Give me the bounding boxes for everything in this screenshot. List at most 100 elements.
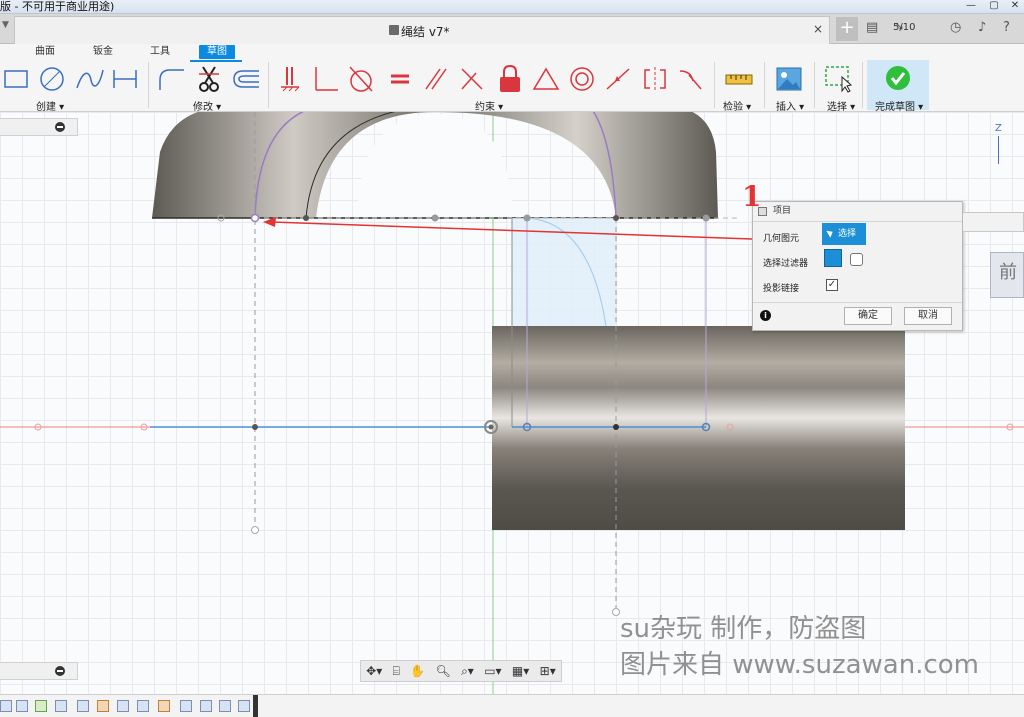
divider — [268, 62, 269, 108]
maximize-icon[interactable]: ▢ — [983, 0, 1005, 13]
select-icon[interactable] — [822, 64, 856, 94]
ok-button[interactable]: 确定 — [844, 307, 892, 325]
zoom-icon[interactable]: 🔍︎ — [435, 664, 450, 678]
info-icon[interactable]: i — [760, 310, 771, 321]
dialog-side-panel — [963, 212, 1024, 232]
projection-link-checkbox[interactable]: ✓ — [826, 279, 838, 291]
model-viewport[interactable] — [0, 112, 1024, 694]
timeline-feature-icon[interactable] — [219, 700, 231, 712]
rectangle-icon[interactable] — [2, 64, 30, 94]
divider — [148, 62, 149, 108]
filter-label: 选择过滤器 — [763, 259, 809, 269]
inspect-group-label[interactable]: 检验 ▾ — [723, 98, 751, 113]
watermark-line-1: su杂玩 制作，防盗图 — [620, 614, 867, 644]
tab-tools[interactable]: 工具 — [150, 45, 170, 59]
equal-icon[interactable] — [386, 64, 414, 94]
image-icon[interactable] — [773, 64, 805, 94]
look-at-icon[interactable]: ⌸ — [393, 664, 400, 679]
tab-sketch[interactable]: 草图 — [199, 45, 235, 59]
timeline-feature-icon[interactable] — [97, 700, 109, 712]
create-group-label[interactable]: 创建 ▾ — [36, 98, 64, 113]
offset-icon[interactable] — [230, 64, 262, 94]
orbit-icon[interactable]: ✥▾ — [366, 664, 382, 678]
symmetric-icon[interactable] — [640, 64, 670, 94]
midpoint-icon[interactable] — [603, 64, 633, 94]
watermark-line-2: 图片来自 www.suzawan.com — [620, 650, 980, 680]
minimize-icon[interactable]: — — [960, 0, 982, 13]
timeline-feature-icon[interactable] — [117, 700, 129, 712]
measure-icon[interactable] — [722, 64, 756, 94]
timeline-feature-icon[interactable] — [200, 700, 212, 712]
filter-bodies-button[interactable] — [824, 249, 842, 267]
timeline-marker[interactable] — [253, 695, 258, 717]
close-tab-icon[interactable]: × — [813, 22, 823, 36]
new-tab-button[interactable]: + — [836, 17, 858, 41]
cylinder-body[interactable] — [492, 326, 905, 530]
triangle-icon[interactable] — [531, 64, 561, 94]
select-geometry-button[interactable]: 选择 — [822, 223, 866, 245]
filter-specified-button[interactable] — [850, 253, 863, 266]
timeline-feature-icon[interactable] — [35, 700, 47, 712]
lock-icon[interactable] — [496, 64, 524, 94]
notification-icon[interactable]: ♪ — [978, 20, 986, 35]
insert-group-label[interactable]: 插入 ▾ — [776, 98, 804, 113]
viewcube-axis-line — [998, 136, 999, 164]
curvature-icon[interactable] — [676, 64, 706, 94]
display-settings-icon[interactable]: ▭▾ — [484, 664, 501, 678]
timeline-feature-icon[interactable] — [137, 700, 149, 712]
geometry-label: 几何图元 — [763, 234, 800, 244]
document-tab[interactable]: 绳结 v7* × — [14, 16, 830, 44]
modify-group-label[interactable]: 修改 ▾ — [193, 98, 221, 113]
help-icon[interactable]: ? — [1003, 20, 1010, 35]
data-panel-arrow-icon[interactable]: ▼ — [2, 20, 9, 30]
viewports-icon[interactable]: ⊞▾ — [540, 664, 556, 678]
concentric-icon[interactable] — [567, 64, 597, 94]
circle-icon[interactable] — [37, 64, 67, 94]
comment-icon[interactable]: ▤ — [866, 20, 878, 35]
job-status-count[interactable]: 5/10 — [893, 22, 915, 33]
tab-sheetmetal[interactable]: 钣金 — [93, 45, 113, 59]
tab-surface[interactable]: 曲面 — [35, 45, 55, 59]
viewcube[interactable]: 前 — [990, 252, 1024, 298]
dialog-header[interactable]: 项目 — [753, 202, 962, 222]
viewcube-axis-label: Z — [995, 123, 1002, 134]
torus-hole — [357, 114, 513, 218]
fit-icon[interactable]: ⌕▾ — [461, 664, 474, 679]
document-tab-row: ▼ 绳结 v7* × + ▤ ➘ 5/10 ◷ ♪ ? — [0, 14, 1024, 44]
perpendicular-icon[interactable] — [457, 64, 487, 94]
timeline-feature-icon[interactable] — [0, 700, 12, 712]
grid-settings-icon[interactable]: ▦▾ — [512, 664, 529, 678]
spline-icon[interactable] — [74, 64, 106, 94]
fix-icon[interactable] — [278, 64, 304, 94]
timeline-feature-icon[interactable] — [238, 700, 250, 712]
fillet-icon[interactable] — [155, 64, 187, 94]
projection-link-label: 投影链接 — [763, 284, 800, 294]
finish-sketch-button[interactable]: 完成草图 ▾ — [867, 60, 929, 113]
timeline-feature-icon[interactable] — [16, 700, 28, 712]
timeline-feature-icon[interactable] — [180, 700, 192, 712]
dimension-icon[interactable] — [110, 64, 140, 94]
window-title: 版 - 不可用于商业用途) — [0, 0, 115, 13]
finish-check-icon — [885, 65, 911, 94]
divider — [862, 62, 863, 108]
window-titlebar: 版 - 不可用于商业用途) — ▢ ✕ — [0, 0, 1024, 14]
design-canvas[interactable]: 前 Z — [0, 112, 1024, 694]
timeline-feature-icon[interactable] — [55, 700, 67, 712]
cancel-button[interactable]: 取消 — [904, 307, 952, 325]
clock-icon[interactable]: ◷ — [950, 20, 961, 35]
document-cube-icon — [389, 25, 399, 35]
select-button-label: 选择 — [838, 229, 857, 239]
pan-icon[interactable]: ✋ — [410, 664, 425, 678]
dialog-footer-divider — [753, 302, 962, 303]
timeline-feature-icon[interactable] — [77, 700, 89, 712]
select-group-label[interactable]: 选择 ▾ — [827, 98, 855, 113]
document-tab-title: 绳结 v7* — [401, 25, 450, 39]
coincident-icon[interactable] — [310, 64, 340, 94]
parallel-icon[interactable] — [421, 64, 451, 94]
timeline-feature-icon[interactable] — [158, 700, 170, 712]
constraints-group-label[interactable]: 约束 ▾ — [475, 98, 503, 113]
divider — [764, 62, 765, 108]
close-window-icon[interactable]: ✕ — [1004, 0, 1024, 13]
trim-icon[interactable] — [194, 64, 224, 94]
tangent-icon[interactable] — [346, 64, 378, 94]
